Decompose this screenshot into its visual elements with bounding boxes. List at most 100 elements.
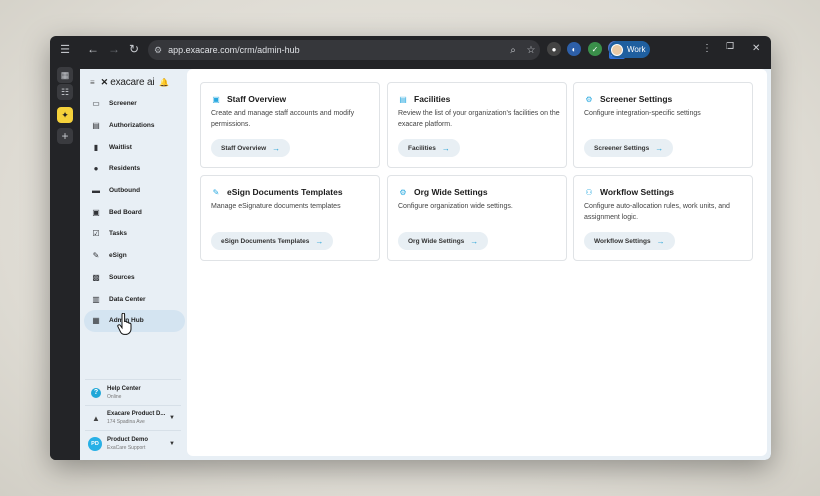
sidebar-item-label: Screener <box>109 100 137 108</box>
sidebar-item-outbound[interactable]: ▬ Outbound <box>84 180 185 202</box>
sidebar-item-label: Tasks <box>109 230 127 238</box>
sidebar-item-bed-board[interactable]: ▣ Bed Board <box>84 201 185 223</box>
button-label: Screener Settings <box>594 144 650 152</box>
sidebar-item-tasks[interactable]: ☑ Tasks <box>84 223 185 245</box>
restore-window-icon[interactable]: ❐ <box>726 41 734 52</box>
profile-label: Work <box>627 45 646 54</box>
user-menu[interactable]: PD Product Demo ExaCare Support ▼ <box>85 430 181 456</box>
button-label: eSign Documents Templates <box>221 237 310 245</box>
facility-icon: ▤ <box>399 94 407 104</box>
facility-switcher[interactable]: ▲ Exacare Product D... 174 Spadina Ave ▼ <box>85 405 181 430</box>
collapse-menu-icon[interactable]: ≡ <box>90 78 95 87</box>
arrow-right-icon: → <box>655 143 664 153</box>
menu-dots-icon[interactable]: ⋮ <box>702 43 712 54</box>
gear-icon: ⚙ <box>399 187 407 197</box>
extension-icon-1[interactable]: ● <box>547 42 561 56</box>
help-center[interactable]: ? Help Center Online <box>85 379 181 405</box>
sidebar-item-label: Data Center <box>109 295 146 303</box>
reload-icon[interactable]: ↻ <box>124 42 144 56</box>
caret-down-icon: ▼ <box>169 440 175 447</box>
sidebar-item-residents[interactable]: ● Residents <box>84 158 185 180</box>
card-org-wide-settings: ⚙ Org Wide Settings Configure organizatio… <box>387 175 567 261</box>
screener-settings-button[interactable]: Screener Settings → <box>584 139 674 157</box>
tab-grid-icon[interactable]: ▦ <box>57 67 73 83</box>
sidebar-item-admin-hub[interactable]: ▦ Admin Hub <box>84 309 185 332</box>
arrow-right-icon: → <box>441 143 450 153</box>
site-settings-icon[interactable]: ⚙ <box>154 45 162 56</box>
close-window-icon[interactable]: ✕ <box>752 43 760 54</box>
sidebar-item-label: eSign <box>109 252 127 260</box>
building-icon: ▦ <box>92 316 100 326</box>
sidebar-item-waitlist[interactable]: ▮ Waitlist <box>84 136 185 158</box>
card-facilities: ▤ Facilities Review the list of your orga… <box>387 82 567 168</box>
exacare-logo-icon: ✕ <box>100 77 109 87</box>
avatar <box>611 43 623 56</box>
card-description: Configure organization wide settings. <box>398 203 513 210</box>
card-esign-templates: ✎ eSign Documents Templates Manage eSigna… <box>200 175 380 261</box>
waitlist-icon: ▮ <box>93 142 99 152</box>
arrow-right-icon: → <box>315 236 324 246</box>
facility-title: Exacare Product D... <box>107 411 166 417</box>
sidebar: ≡ ✕ exacare ai 🔔 ▭ Screener ▤ Authorizat… <box>80 69 187 460</box>
residents-icon: ● <box>93 164 99 174</box>
card-screener-settings: ⚙ Screener Settings Configure integration… <box>573 82 753 168</box>
data-icon: ▥ <box>92 294 100 304</box>
avatar: PD <box>88 436 102 451</box>
brand: ≡ ✕ exacare ai 🔔 <box>90 77 169 88</box>
button-label: Workflow Settings <box>594 237 651 245</box>
forward-icon[interactable]: → <box>104 42 124 56</box>
sidebar-item-label: Waitlist <box>109 143 132 151</box>
card-description: Create and manage staff accounts and mod… <box>211 110 355 128</box>
screener-icon: ▭ <box>92 99 100 109</box>
workflow-icon: ⚇ <box>585 187 593 197</box>
sidebar-item-screener[interactable]: ▭ Screener <box>84 93 185 115</box>
admin-hub-main: ▣ Staff Overview Create and manage staff … <box>187 69 767 456</box>
caret-down-icon: ▼ <box>169 415 175 421</box>
brand-name: exacare ai <box>110 77 155 88</box>
exacare-tab-icon[interactable]: ✦ <box>57 107 73 123</box>
hand-cursor-icon <box>117 313 132 335</box>
sidebar-item-label: Bed Board <box>109 208 142 216</box>
card-staff-overview: ▣ Staff Overview Create and manage staff … <box>200 82 380 168</box>
card-workflow-settings: ⚇ Workflow Settings Configure auto-alloca… <box>573 175 753 261</box>
tab-contacts-icon[interactable]: ☷ <box>57 84 73 100</box>
sidebar-item-esign[interactable]: ✎ eSign <box>84 245 185 267</box>
zoom-icon[interactable]: ⌕ <box>504 45 522 56</box>
sidebar-item-label: Residents <box>109 165 141 173</box>
notification-bell-icon[interactable]: 🔔 <box>159 78 169 87</box>
esign-templates-button[interactable]: eSign Documents Templates → <box>211 232 334 250</box>
workflow-settings-button[interactable]: Workflow Settings → <box>584 232 675 250</box>
card-description: Configure integration-specific settings <box>584 110 701 117</box>
new-tab-icon[interactable]: + <box>57 128 73 144</box>
arrow-right-icon: → <box>272 143 281 153</box>
facility-icon: ▲ <box>92 413 100 423</box>
bed-icon: ▣ <box>92 207 100 217</box>
facility-subtitle: 174 Spadina Ave <box>107 419 145 425</box>
sidebar-item-sources[interactable]: ▩ Sources <box>84 267 185 289</box>
password-manager-icon[interactable]: ◐ <box>567 42 581 56</box>
profile-chip-display[interactable]: Work <box>609 41 649 58</box>
app-root: ≡ ✕ exacare ai 🔔 ▭ Screener ▤ Authorizat… <box>80 69 771 460</box>
pen-icon: ✎ <box>92 251 100 261</box>
bookmark-star-icon[interactable]: ☆ <box>522 45 540 56</box>
sidebar-item-label: Outbound <box>109 187 141 195</box>
vertical-tab-strip: ▦ ☷ ✦ + <box>50 63 80 460</box>
button-label: Facilities <box>408 144 436 152</box>
card-title: Staff Overview <box>227 94 287 104</box>
sidebar-item-data-center[interactable]: ▥ Data Center <box>84 288 185 310</box>
sidebar-nav: ▭ Screener ▤ Authorizations ▮ Waitlist ●… <box>84 93 185 332</box>
staff-overview-button[interactable]: Staff Overview → <box>211 139 291 157</box>
card-title: Workflow Settings <box>600 187 674 197</box>
sidebar-item-authorizations[interactable]: ▤ Authorizations <box>84 115 185 137</box>
facilities-button[interactable]: Facilities → <box>398 139 460 157</box>
tab-list-icon[interactable]: ☰ <box>55 43 75 56</box>
sidebar-item-label: Authorizations <box>109 122 155 130</box>
card-title: Facilities <box>414 94 451 104</box>
extension-icon-3[interactable]: ✓ <box>588 42 602 56</box>
back-icon[interactable]: ← <box>83 42 103 56</box>
org-wide-settings-button[interactable]: Org Wide Settings → <box>398 232 489 250</box>
address-bar[interactable]: ⚙ app.exacare.com/crm/admin-hub ⌕ ☆ <box>148 40 540 60</box>
url-text[interactable]: app.exacare.com/crm/admin-hub <box>168 45 504 55</box>
card-title: Org Wide Settings <box>414 187 488 197</box>
gear-icon: ⚙ <box>585 94 593 104</box>
